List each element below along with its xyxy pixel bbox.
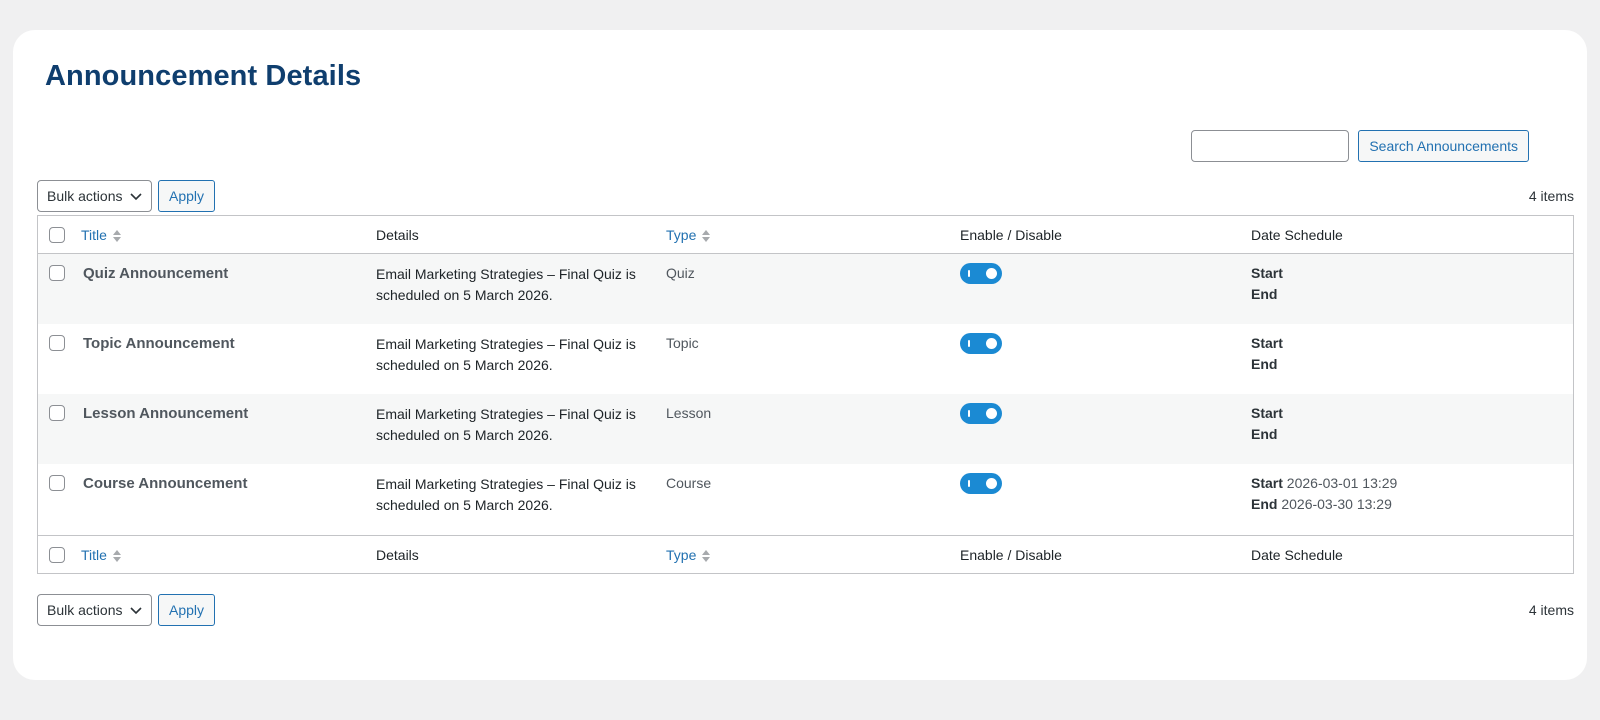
apply-button[interactable]: Apply [158, 180, 216, 212]
column-title-label: Title [81, 547, 107, 563]
row-date-schedule: Start End [1251, 333, 1283, 375]
column-date-label: Date Schedule [1251, 547, 1343, 563]
chevron-down-icon [130, 193, 142, 201]
row-title[interactable]: Course Announcement [83, 473, 247, 494]
announcements-table: Title Details Type Enable / Disable Date… [37, 215, 1574, 574]
row-checkbox[interactable] [49, 475, 65, 491]
column-type-sort[interactable]: Type [666, 225, 711, 246]
table-row: Course Announcement Email Marketing Stra… [38, 464, 1573, 534]
column-enable-label: Enable / Disable [960, 547, 1062, 563]
row-details: Email Marketing Strategies – Final Quiz … [376, 476, 636, 513]
row-type: Course [666, 475, 712, 491]
column-details-label: Details [376, 227, 419, 243]
row-date-schedule: Start End [1251, 263, 1283, 305]
column-title-label: Title [81, 227, 107, 243]
row-date-schedule: Start End [1251, 403, 1283, 445]
tablenav-top: Bulk actions Apply 4 items [37, 180, 1574, 212]
bulk-actions-select-bottom[interactable]: Bulk actions [37, 594, 152, 626]
end-value: 2026-03-30 13:29 [1281, 496, 1392, 512]
content-card: Announcement Details Search Announcement… [13, 30, 1587, 680]
end-label: End [1251, 426, 1278, 442]
start-label: Start [1251, 475, 1283, 491]
start-label: Start [1251, 405, 1283, 421]
column-type-sort[interactable]: Type [666, 545, 711, 566]
page-title: Announcement Details [45, 60, 362, 92]
row-type: Quiz [666, 265, 695, 281]
bulk-actions-select[interactable]: Bulk actions [37, 180, 152, 212]
row-title[interactable]: Lesson Announcement [83, 403, 248, 424]
column-type-label: Type [666, 547, 697, 563]
start-value: 2026-03-01 13:29 [1286, 475, 1398, 491]
search-input[interactable] [1191, 130, 1350, 162]
sort-arrows-icon [112, 549, 121, 562]
table-row: Quiz Announcement Email Marketing Strate… [38, 254, 1573, 324]
column-type-label: Type [666, 227, 697, 243]
table-footer-row: Title Details Type Enable / Disable Date… [38, 535, 1573, 573]
enable-toggle[interactable] [960, 263, 1002, 284]
row-type: Topic [666, 335, 699, 351]
items-count: 4 items [1528, 602, 1574, 618]
table-row: Topic Announcement Email Marketing Strat… [38, 324, 1573, 394]
items-count: 4 items [1528, 188, 1574, 204]
enable-toggle[interactable] [960, 403, 1002, 424]
row-checkbox[interactable] [49, 335, 65, 351]
column-enable-label: Enable / Disable [960, 227, 1062, 243]
search-box: Search Announcements [1191, 130, 1529, 162]
start-label: Start [1251, 335, 1283, 351]
bulk-actions-label: Bulk actions [47, 602, 123, 618]
row-details: Email Marketing Strategies – Final Quiz … [376, 266, 636, 303]
enable-toggle[interactable] [960, 333, 1002, 354]
column-details-label: Details [376, 547, 419, 563]
row-details: Email Marketing Strategies – Final Quiz … [376, 336, 636, 373]
column-date-label: Date Schedule [1251, 227, 1343, 243]
end-label: End [1251, 496, 1278, 512]
search-button[interactable]: Search Announcements [1358, 130, 1529, 162]
toggle-on-icon [968, 410, 970, 417]
row-title[interactable]: Topic Announcement [83, 333, 235, 354]
row-type: Lesson [666, 405, 712, 421]
chevron-down-icon [130, 607, 142, 615]
select-all-checkbox[interactable] [49, 227, 65, 243]
bulk-actions-label: Bulk actions [47, 188, 123, 204]
sort-arrows-icon [702, 229, 711, 242]
end-label: End [1251, 356, 1278, 372]
toggle-on-icon [968, 480, 970, 487]
row-title[interactable]: Quiz Announcement [83, 263, 228, 284]
row-checkbox[interactable] [49, 265, 65, 281]
column-title-sort[interactable]: Title [81, 545, 121, 566]
row-details: Email Marketing Strategies – Final Quiz … [376, 406, 636, 443]
sort-arrows-icon [112, 229, 121, 242]
apply-button-bottom[interactable]: Apply [158, 594, 216, 626]
tablenav-bottom: Bulk actions Apply 4 items [37, 594, 1574, 626]
sort-arrows-icon [702, 549, 711, 562]
select-all-checkbox-footer[interactable] [49, 547, 65, 563]
enable-toggle[interactable] [960, 473, 1002, 494]
start-label: Start [1251, 265, 1283, 281]
toggle-on-icon [968, 340, 970, 347]
row-checkbox[interactable] [49, 405, 65, 421]
table-header-row: Title Details Type Enable / Disable Date… [38, 216, 1573, 254]
column-title-sort[interactable]: Title [81, 225, 121, 246]
end-label: End [1251, 286, 1278, 302]
table-row: Lesson Announcement Email Marketing Stra… [38, 394, 1573, 464]
toggle-on-icon [968, 270, 970, 277]
row-date-schedule: Start 2026-03-01 13:29 End 2026-03-30 13… [1251, 473, 1397, 515]
